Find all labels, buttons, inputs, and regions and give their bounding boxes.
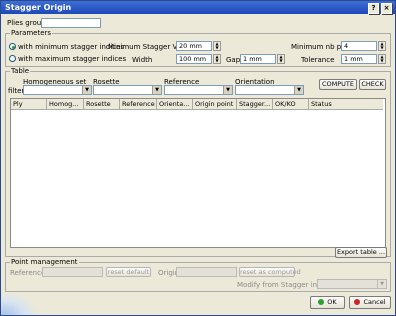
width-label: Width xyxy=(132,56,153,64)
point-management-title: Point management xyxy=(10,258,79,266)
gap-spinner[interactable]: ▲ ▼ xyxy=(277,54,285,64)
ok-icon xyxy=(318,299,325,305)
col-ok-ko[interactable]: OK/KO xyxy=(273,99,309,109)
min-stagger-input[interactable]: 20 mm xyxy=(176,41,212,51)
cancel-label: Cancel xyxy=(363,298,386,306)
reference-label: Reference xyxy=(10,269,46,277)
min-plies-input[interactable]: 4 xyxy=(341,41,377,51)
min-plies-spinner[interactable]: ▲ ▼ xyxy=(378,41,386,51)
filter-label: filter xyxy=(8,87,25,95)
plies-group-input[interactable] xyxy=(41,18,101,28)
chevron-down-icon: ▼ xyxy=(294,86,303,94)
radio-max-stagger-label: with maximum stagger indices xyxy=(18,55,127,63)
reset-as-computed-button[interactable]: reset as computed xyxy=(239,267,301,277)
plies-group-label: Plies group xyxy=(7,19,46,27)
title-bar: Stagger Origin ? × xyxy=(1,1,395,14)
col-rosette[interactable]: Rosette xyxy=(84,99,120,109)
modify-stagger-select[interactable]: ▼ xyxy=(317,279,387,289)
chevron-down-icon: ▼ xyxy=(377,280,386,288)
gap-input[interactable]: 1 mm xyxy=(240,54,276,64)
compute-button[interactable]: COMPUTE xyxy=(319,79,357,90)
radio-max-stagger[interactable] xyxy=(9,55,16,62)
col-stagger[interactable]: Stagger... xyxy=(237,99,273,109)
close-button[interactable]: × xyxy=(381,3,392,14)
gap-label: Gap xyxy=(226,56,241,64)
window-title: Stagger Origin xyxy=(5,3,72,12)
chevron-down-icon: ▼ xyxy=(82,86,91,94)
decorative-swirl xyxy=(1,293,37,315)
width-input[interactable]: 100 mm xyxy=(176,54,212,64)
cancel-icon xyxy=(354,299,361,305)
col-reference[interactable]: Reference xyxy=(120,99,157,109)
check-button[interactable]: CHECK xyxy=(359,79,386,90)
chevron-down-icon: ▼ xyxy=(152,86,161,94)
results-table[interactable]: Ply Homog... Rosette Reference Orienta..… xyxy=(10,98,386,248)
origin-field xyxy=(176,267,237,277)
col-origin-point[interactable]: Origin point xyxy=(193,99,237,109)
table-header: Ply Homog... Rosette Reference Orienta..… xyxy=(11,99,383,110)
reset-default-button[interactable]: reset default xyxy=(106,267,151,277)
radio-min-stagger[interactable] xyxy=(9,43,16,50)
min-stagger-spinner[interactable]: ▲ ▼ xyxy=(213,41,221,51)
stagger-origin-dialog: Stagger Origin ? × Plies group Parameter… xyxy=(0,0,396,316)
filter-homogeneous-select[interactable]: ▼ xyxy=(23,85,92,95)
filter-orientation-select[interactable]: ▼ xyxy=(235,85,304,95)
modify-stagger-label: Modify from Stagger index xyxy=(237,281,330,289)
tolerance-label: Tolerance xyxy=(301,56,335,64)
tolerance-input[interactable]: 1 mm xyxy=(341,54,377,64)
col-orientation[interactable]: Orienta... xyxy=(157,99,193,109)
table-title: Table xyxy=(10,67,31,75)
chevron-down-icon: ▼ xyxy=(223,86,232,94)
reference-field xyxy=(42,267,103,277)
cancel-button[interactable]: Cancel xyxy=(349,296,391,309)
ok-label: OK xyxy=(327,298,337,306)
export-table-button[interactable]: Export table ... xyxy=(335,247,387,258)
col-status[interactable]: Status xyxy=(309,99,383,109)
col-homogeneous[interactable]: Homog... xyxy=(47,99,84,109)
col-ply[interactable]: Ply xyxy=(11,99,47,109)
width-spinner[interactable]: ▲ ▼ xyxy=(213,54,221,64)
filter-reference-select[interactable]: ▼ xyxy=(164,85,233,95)
parameters-title: Parameters xyxy=(10,29,53,37)
filter-rosette-select[interactable]: ▼ xyxy=(93,85,162,95)
tolerance-spinner[interactable]: ▲ ▼ xyxy=(378,54,386,64)
help-button[interactable]: ? xyxy=(368,3,379,14)
ok-button[interactable]: OK xyxy=(310,296,345,309)
